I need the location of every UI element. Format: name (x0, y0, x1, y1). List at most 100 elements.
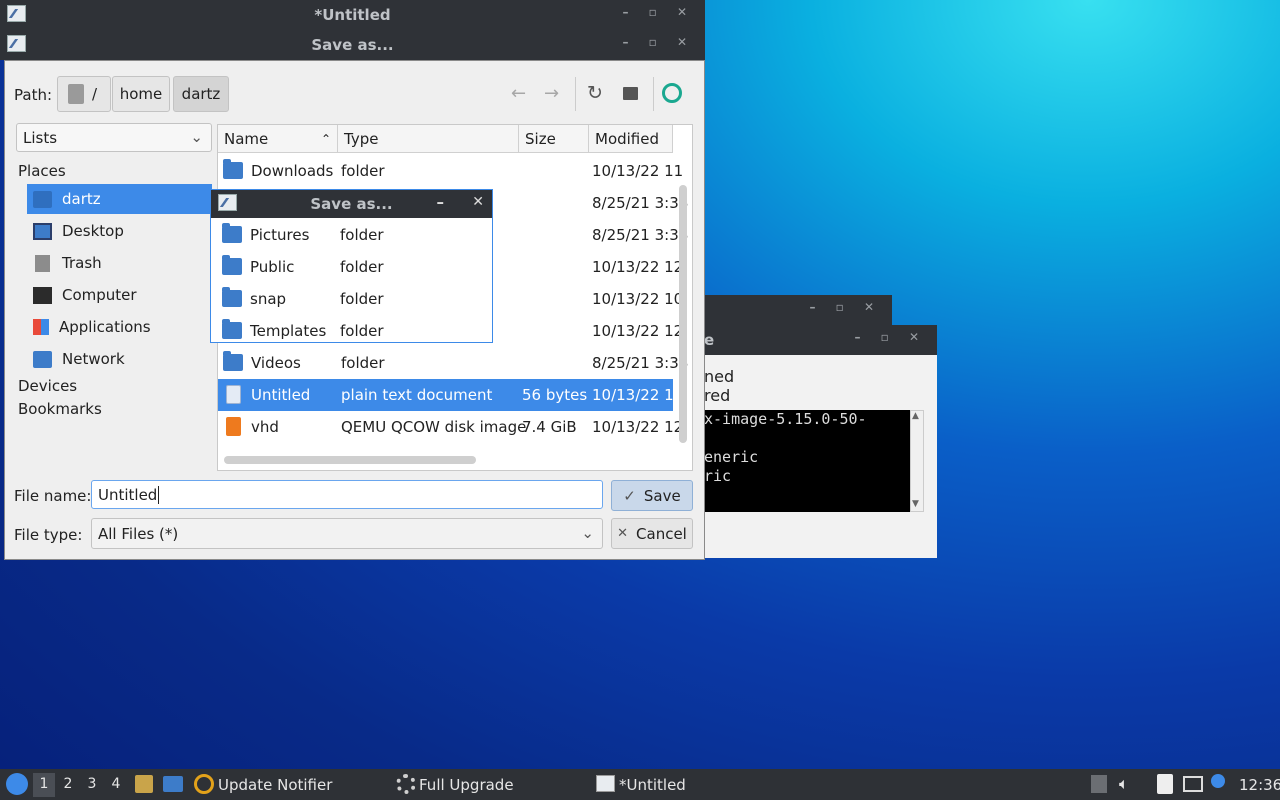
sidebar-item-trash[interactable]: Trash (27, 248, 212, 278)
sidebar-item-network[interactable]: Network (27, 344, 212, 374)
file-modified: 10/13/22 12 (592, 322, 684, 340)
forward-arrow-icon[interactable]: → (544, 83, 559, 104)
toolbar-divider-2 (653, 77, 654, 111)
file-type: folder (341, 162, 385, 180)
column-header-size[interactable]: Size (519, 125, 589, 153)
applications-icon (33, 319, 49, 335)
update-alert-icon[interactable] (1211, 774, 1225, 788)
popup-row-name: snap (250, 290, 287, 308)
file-row-untitled[interactable]: Untitled plain text document 56 bytes 10… (218, 379, 683, 411)
popup-row-type: folder (340, 258, 384, 276)
bg-window-controls-back: – ▫ ✕ (809, 300, 882, 314)
popup-row-templates[interactable]: Templates folder (211, 315, 492, 347)
sidebar-item-dartz[interactable]: dartz (27, 184, 212, 214)
view-select[interactable]: Lists ⌄ (16, 123, 212, 152)
column-header-name[interactable]: Name ⌃ (218, 125, 338, 153)
desktop-switch-2[interactable]: 2 (57, 773, 79, 797)
path-root-button[interactable]: / (57, 76, 111, 112)
text-document-icon (226, 385, 241, 404)
desktop-switch-4[interactable]: 4 (105, 773, 127, 797)
popup-row-type: folder (340, 322, 384, 340)
clock[interactable]: 12:36 (1239, 776, 1280, 794)
back-arrow-icon[interactable]: ← (511, 83, 526, 104)
save-button[interactable]: ✓ Save (611, 480, 693, 511)
file-name: Downloads (251, 162, 334, 180)
terminal-line-3: eneric (704, 448, 759, 466)
window-controls[interactable]: – ▫ ✕ (622, 5, 695, 19)
new-folder-icon[interactable] (623, 87, 638, 100)
tray-arrow-icon[interactable] (1091, 775, 1107, 793)
file-name-input[interactable]: Untitled (91, 480, 603, 509)
clipboard-icon[interactable] (1157, 774, 1173, 794)
trash-icon (35, 254, 50, 272)
devices-heading[interactable]: Devices (18, 377, 77, 395)
desktop-icon (33, 222, 52, 240)
task-untitled[interactable]: *Untitled (619, 776, 686, 794)
minimize-icon[interactable]: – (437, 193, 445, 211)
close-icon: ✕ (617, 526, 629, 541)
bg-line-2: red (704, 386, 731, 405)
popup-row-pictures[interactable]: Pictures folder (211, 219, 492, 251)
volume-icon[interactable]: 🔈︎ (1119, 774, 1129, 794)
refresh-icon[interactable]: ↻ (587, 82, 603, 104)
file-name: Videos (251, 354, 301, 372)
snap-folder-icon (222, 287, 242, 307)
popup-row-snap[interactable]: snap folder (211, 283, 492, 315)
sidebar-item-applications[interactable]: Applications (27, 312, 212, 342)
desktop-switch-3[interactable]: 3 (81, 773, 103, 797)
bg-window-controls: – ▫ ✕ (854, 330, 927, 344)
popup-row-name: Public (250, 258, 295, 276)
downloads-folder-icon (223, 159, 243, 179)
file-manager-icon[interactable] (135, 775, 153, 793)
path-dartz-button[interactable]: dartz (173, 76, 229, 112)
file-name-value: Untitled (98, 485, 158, 504)
desktop-switch-1[interactable]: 1 (33, 773, 55, 797)
task-update-notifier[interactable]: Update Notifier (218, 776, 332, 794)
sidebar-label-applications: Applications (59, 318, 151, 336)
terminal-output[interactable]: x-image-5.15.0-50- eneric ric (700, 410, 910, 512)
sidebar-item-computer[interactable]: Computer (27, 280, 212, 310)
file-modified: 8/25/21 3:38 (592, 226, 689, 244)
show-desktop-icon[interactable] (163, 776, 183, 792)
toolbar-divider (575, 77, 576, 111)
file-type-select[interactable]: All Files (*) ⌄ (91, 518, 603, 549)
network-folder-icon (33, 350, 52, 368)
popup-row-name: Pictures (250, 226, 310, 244)
popup-titlebar[interactable]: Save as... – ✕ (211, 190, 492, 218)
bookmark-gear-icon[interactable] (662, 83, 682, 103)
column-header-type[interactable]: Type (338, 125, 519, 153)
terminal-scrollbar[interactable]: ▲ ▼ (910, 410, 924, 512)
sidebar-label-desktop: Desktop (62, 222, 124, 240)
sidebar-item-desktop[interactable]: Desktop (27, 216, 212, 246)
view-select-value: Lists (23, 128, 58, 147)
column-header-modified[interactable]: Modified (589, 125, 673, 153)
file-name: Untitled (251, 386, 311, 404)
update-notifier-icon (194, 774, 214, 794)
cancel-button[interactable]: ✕ Cancel (611, 518, 693, 549)
text-cursor (158, 485, 160, 504)
vertical-scrollbar[interactable] (679, 185, 687, 443)
checkmark-icon: ✓ (623, 486, 636, 505)
bg-window-titlebar[interactable]: e – ▫ ✕ (700, 325, 937, 355)
path-label: Path: (14, 86, 53, 104)
dialog-window-controls[interactable]: – ▫ ✕ (622, 35, 695, 49)
file-row-downloads[interactable]: Downloads folder 10/13/22 11 (218, 155, 683, 187)
popup-row-public[interactable]: Public folder (211, 251, 492, 283)
horizontal-scrollbar[interactable] (224, 456, 476, 464)
close-icon[interactable]: ✕ (472, 194, 484, 210)
start-menu-icon[interactable] (6, 773, 28, 795)
popup-row-name: Templates (250, 322, 327, 340)
dialog-titlebar[interactable]: Save as... – ▫ ✕ (0, 30, 705, 60)
drive-icon (68, 84, 84, 104)
file-row-videos[interactable]: Videos folder 8/25/21 3:38 (218, 347, 688, 379)
path-home-button[interactable]: home (112, 76, 170, 112)
bookmarks-heading[interactable]: Bookmarks (18, 400, 102, 418)
terminal-line-1: x-image-5.15.0-50- (704, 410, 867, 428)
path-root-label: / (92, 85, 98, 103)
file-row-vhd[interactable]: vhd QEMU QCOW disk image 7.4 GiB 10/13/2… (218, 411, 683, 443)
file-modified: 10/13/22 12 (592, 386, 684, 404)
bg-window-titlebar-back[interactable]: – ▫ ✕ (700, 295, 892, 325)
task-full-upgrade[interactable]: Full Upgrade (419, 776, 514, 794)
editor-titlebar[interactable]: *Untitled – ▫ ✕ (0, 0, 705, 30)
network-icon[interactable] (1183, 776, 1203, 792)
